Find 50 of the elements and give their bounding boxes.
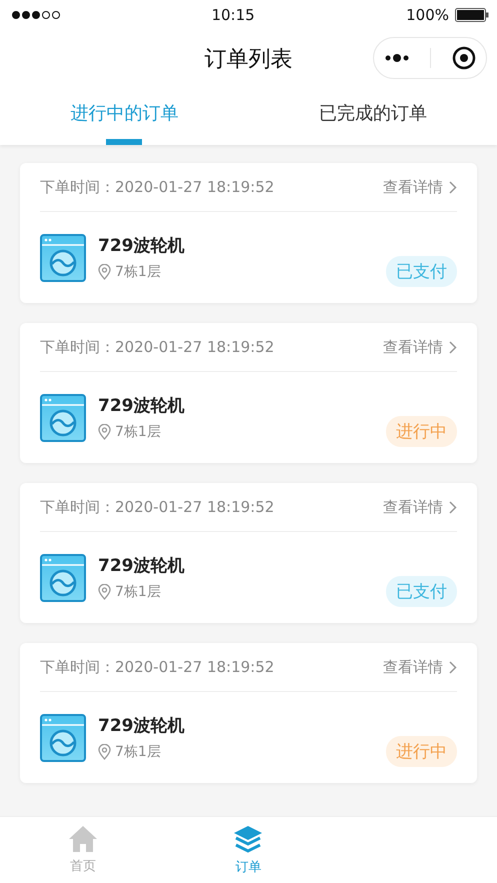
machine-name: 729波轮机 [98,555,186,577]
view-details-link[interactable]: 查看详情 [383,498,443,516]
location-pin-icon [98,424,111,440]
tab-bar-item[interactable]: 订单 [166,817,332,883]
machine-name: 729波轮机 [98,715,186,737]
order-time-label: 下单时间： [40,658,115,676]
washing-machine-icon [40,234,86,282]
status-badge: 进行中 [386,416,457,447]
chevron-right-icon [449,660,457,674]
tab-bar-item[interactable]: 首页 [0,817,166,883]
washing-machine-icon [40,714,86,762]
status-badge: 已支付 [386,576,457,607]
home-icon [68,825,98,853]
washing-machine-icon [40,554,86,602]
machine-location: 7栋1层 [115,263,161,281]
layers-icon [233,824,264,854]
tab[interactable]: 进行中的订单 [70,101,178,125]
machine-location: 7栋1层 [115,583,161,601]
chevron-right-icon [449,180,457,194]
view-details-link[interactable]: 查看详情 [383,658,443,676]
order-time: 2020-01-27 18:19:52 [115,658,274,676]
status-badge: 已支付 [386,256,457,287]
chevron-right-icon [449,500,457,514]
location-pin-icon [98,264,111,280]
location-pin-icon [98,744,111,760]
battery-icon [455,8,489,22]
washing-machine-icon [40,394,86,442]
signal-icon [12,11,60,19]
location-pin-icon [98,584,111,600]
view-details-link[interactable]: 查看详情 [383,338,443,356]
machine-name: 729波轮机 [98,235,186,257]
order-time: 2020-01-27 18:19:52 [115,498,274,516]
machine-location: 7栋1层 [115,423,161,441]
tab-indicator [106,139,142,145]
page-title: 订单列表 [204,46,292,74]
close-icon[interactable] [452,46,476,70]
order-time: 2020-01-27 18:19:52 [115,338,274,356]
order-time-label: 下单时间： [40,338,115,356]
machine-name: 729波轮机 [98,395,186,417]
more-icon[interactable] [384,53,410,63]
order-time: 2020-01-27 18:19:52 [115,178,274,196]
order-time-label: 下单时间： [40,178,115,196]
view-details-link[interactable]: 查看详情 [383,178,443,196]
battery-percent: 100% [406,6,449,24]
status-badge: 进行中 [386,736,457,767]
machine-location: 7栋1层 [115,743,161,761]
tab[interactable]: 已完成的订单 [318,101,427,125]
chevron-right-icon [449,340,457,354]
order-time-label: 下单时间： [40,498,115,516]
status-time: 10:15 [211,6,255,24]
